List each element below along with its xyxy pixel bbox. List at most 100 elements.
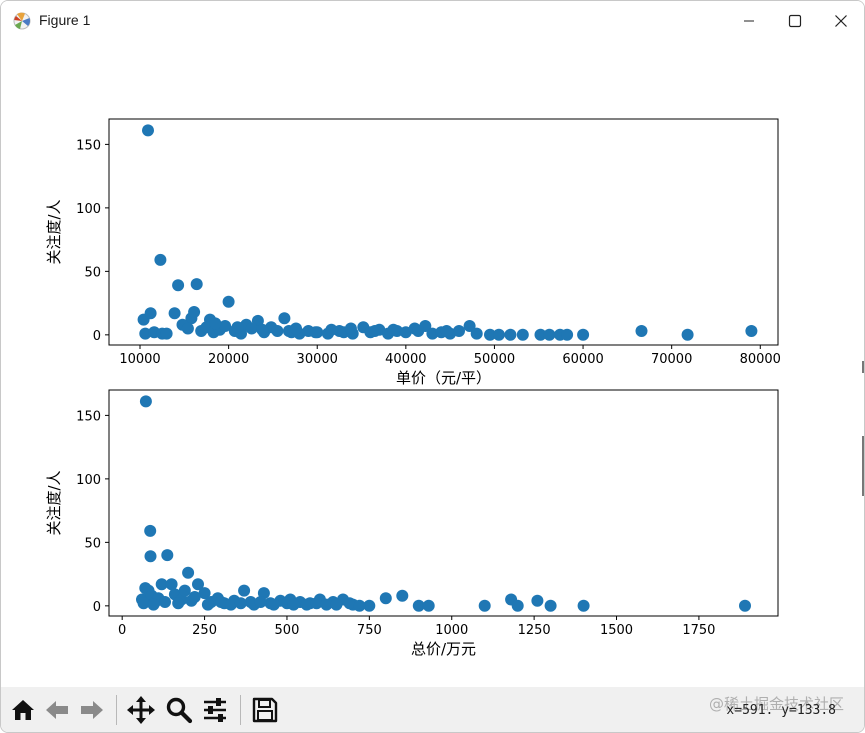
window-title: Figure 1	[39, 12, 91, 28]
x-tick-label: 40000	[385, 352, 426, 367]
y-tick-label: 0	[93, 329, 101, 344]
data-point	[238, 584, 251, 597]
subplot-2: 0 250 500 750 1000 1250 1500 1750 0 50 100 150 总价/万元…	[45, 389, 779, 658]
figure-canvas[interactable]: 10000 20000 30000 40000 50000 60000 70000 80000…	[1, 41, 864, 686]
cursor-coordinates: x=591. y=133.8	[726, 703, 836, 718]
close-button[interactable]	[818, 1, 864, 41]
data-point	[154, 253, 167, 266]
save-icon	[252, 697, 278, 723]
data-point	[511, 599, 524, 612]
x-tick-label: 0	[118, 623, 126, 638]
configure-subplots-button[interactable]	[199, 694, 231, 726]
data-point	[144, 307, 157, 320]
data-point	[178, 584, 191, 597]
data-point	[159, 596, 171, 608]
data-point	[325, 323, 338, 336]
data-point	[181, 322, 194, 335]
data-point	[577, 599, 590, 612]
data-point	[544, 599, 557, 612]
back-arrow-icon	[46, 701, 68, 719]
forward-button[interactable]	[76, 694, 108, 726]
data-point	[561, 328, 574, 341]
y-tick-label: 50	[84, 265, 101, 280]
x-tick-label: 750	[357, 623, 382, 638]
x-tick-label: 10000	[119, 352, 160, 367]
x-axis-label: 单价（元/平）	[396, 369, 491, 387]
data-point	[478, 599, 491, 612]
data-point	[144, 524, 157, 537]
forward-arrow-icon	[81, 701, 103, 719]
back-button[interactable]	[41, 694, 73, 726]
data-point	[287, 598, 300, 611]
title-bar[interactable]: Figure 1	[1, 1, 864, 41]
data-point	[470, 327, 483, 340]
data-point	[412, 325, 425, 337]
axes-frame	[108, 389, 779, 617]
data-point	[160, 327, 173, 340]
data-point	[190, 278, 203, 291]
data-point	[188, 591, 201, 603]
data-point	[254, 596, 267, 608]
data-point	[492, 328, 505, 341]
data-point	[309, 326, 322, 339]
data-point	[577, 328, 590, 341]
data-point	[453, 325, 465, 337]
axes-background	[109, 390, 778, 397]
edge-mark	[862, 361, 864, 373]
x-tick-label: 1000	[435, 623, 468, 638]
data-point	[256, 323, 269, 336]
data-point	[271, 325, 284, 337]
minimize-icon	[744, 20, 754, 22]
matplotlib-app-icon	[13, 12, 31, 30]
data-point	[440, 325, 453, 337]
data-point	[168, 307, 181, 320]
data-point	[543, 328, 556, 341]
axes-frame	[108, 118, 779, 346]
y-axis-label: 关注度/人	[45, 199, 63, 264]
x-tick-label: 60000	[562, 352, 603, 367]
minimize-button[interactable]	[726, 1, 772, 41]
close-icon	[835, 15, 847, 27]
pan-button[interactable]	[125, 694, 157, 726]
data-point	[422, 599, 435, 612]
data-point	[368, 325, 381, 337]
data-point	[290, 322, 302, 335]
zoom-icon	[166, 697, 193, 724]
x-tick-label: 80000	[740, 352, 781, 367]
data-point	[231, 321, 244, 334]
data-point	[161, 549, 174, 562]
y-tick-label: 150	[76, 138, 101, 153]
scatter-series	[137, 124, 758, 341]
save-button[interactable]	[249, 694, 281, 726]
x-tick-label: 50000	[474, 352, 515, 367]
data-point	[209, 317, 222, 330]
x-tick-label: 1750	[682, 623, 715, 638]
data-point	[681, 328, 694, 341]
y-tick-label: 100	[76, 473, 101, 488]
maximize-button[interactable]	[772, 1, 818, 41]
home-button[interactable]	[7, 694, 39, 726]
x-tick-label: 30000	[297, 352, 338, 367]
x-tick-label: 1250	[518, 623, 551, 638]
data-point	[504, 328, 517, 341]
data-point	[344, 322, 357, 335]
figure-svg: 10000 20000 30000 40000 50000 60000 70000 80000…	[45, 118, 781, 658]
data-point	[201, 598, 214, 611]
data-point	[222, 295, 235, 308]
subplot-1: 10000 20000 30000 40000 50000 60000 70000 80000…	[45, 118, 781, 387]
data-point	[245, 322, 258, 335]
x-tick-label: 250	[192, 623, 217, 638]
zoom-button[interactable]	[163, 694, 195, 726]
data-point	[147, 598, 160, 611]
scatter-series	[136, 395, 751, 612]
data-point	[142, 124, 154, 137]
data-point	[182, 566, 195, 579]
data-point	[739, 599, 751, 612]
x-tick-label: 500	[275, 623, 300, 638]
data-point	[278, 312, 291, 325]
data-point	[353, 599, 366, 612]
y-tick-label: 50	[84, 536, 101, 551]
data-point	[379, 592, 392, 605]
data-point	[396, 589, 409, 602]
x-tick-label: 20000	[208, 352, 249, 367]
